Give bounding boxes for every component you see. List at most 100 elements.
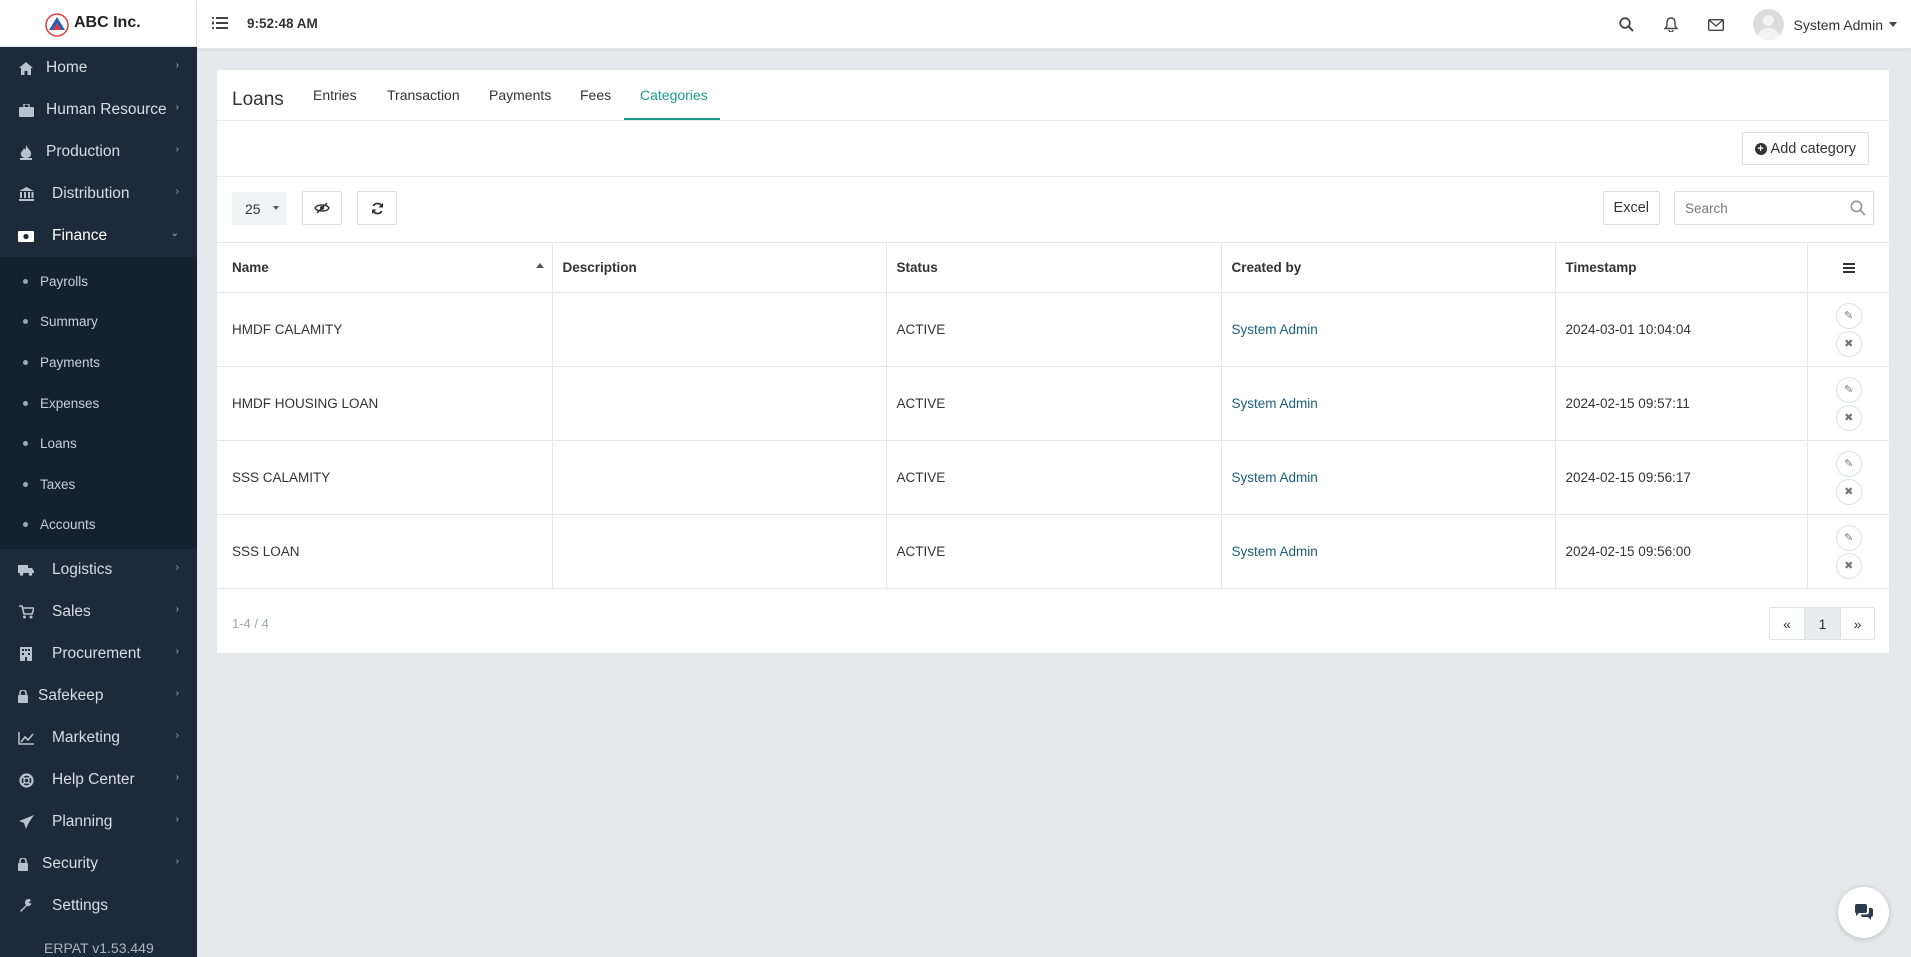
edit-button[interactable]: ✎ xyxy=(1835,302,1862,329)
tab-fees[interactable]: Fees xyxy=(580,87,611,103)
sidebar-item-planning[interactable]: Planning › xyxy=(0,801,197,843)
sidebar-item-safekeep[interactable]: Safekeep › xyxy=(0,675,197,717)
pagination: « 1 » xyxy=(1769,607,1875,640)
sidebar-item-security[interactable]: Security › xyxy=(0,843,197,885)
edit-button[interactable]: ✎ xyxy=(1835,450,1862,477)
cell-actions: ✎ ✖ xyxy=(1806,366,1890,441)
sidebar-item-marketing[interactable]: Marketing › xyxy=(0,717,197,759)
submenu-label: Summary xyxy=(40,314,98,330)
delete-button[interactable]: ✖ xyxy=(1835,330,1862,357)
chevron-right-icon: › xyxy=(175,186,179,197)
cell-created-by-link[interactable]: System Admin xyxy=(1220,366,1555,441)
cell-name: SSS CALAMITY xyxy=(217,440,552,515)
column-header-name[interactable]: Name xyxy=(217,242,552,293)
caret-down-icon xyxy=(273,206,279,210)
sidebar-item-label: Sales xyxy=(52,603,91,621)
search-box xyxy=(1674,191,1874,225)
sidebar: ABC Inc. Home › Human Resource › Product… xyxy=(0,0,197,957)
submenu-item-loans[interactable]: Loans xyxy=(0,423,197,464)
next-page-button[interactable]: » xyxy=(1840,608,1874,639)
table-toolbar: 25 Excel xyxy=(217,177,1889,242)
chevron-right-icon: › xyxy=(175,646,179,658)
tab-categories[interactable]: Categories xyxy=(640,87,708,103)
submenu-label: Payrolls xyxy=(40,273,89,289)
bank-icon xyxy=(18,186,34,202)
submenu-item-expenses[interactable]: Expenses xyxy=(0,383,197,424)
column-header-description[interactable]: Description xyxy=(551,242,886,293)
search-icon[interactable] xyxy=(1604,17,1649,32)
paper-plane-icon xyxy=(18,814,34,830)
delete-button[interactable]: ✖ xyxy=(1835,404,1862,431)
add-category-button[interactable]: + Add category xyxy=(1741,132,1869,165)
user-name[interactable]: System Admin xyxy=(1794,17,1883,33)
submenu-item-payments[interactable]: Payments xyxy=(0,342,197,383)
truck-icon xyxy=(18,562,34,578)
cell-created-by-link[interactable]: System Admin xyxy=(1220,514,1555,589)
page-size-select[interactable]: 25 xyxy=(232,192,287,225)
search-input[interactable] xyxy=(1675,192,1840,224)
brand-name: ABC Inc. xyxy=(74,14,141,31)
column-header-status[interactable]: Status xyxy=(885,242,1221,293)
chat-icon xyxy=(1854,904,1873,920)
chevron-right-icon: › xyxy=(175,856,179,868)
submenu-label: Loans xyxy=(40,436,77,452)
bullet-icon xyxy=(23,319,28,325)
menu-toggle-icon[interactable] xyxy=(212,16,228,30)
sidebar-item-label: Production xyxy=(46,143,121,160)
sidebar-item-production[interactable]: Production › xyxy=(0,131,197,173)
cell-actions: ✎ ✖ xyxy=(1806,514,1890,589)
submenu-item-accounts[interactable]: Accounts xyxy=(0,505,197,546)
sidebar-item-procurement[interactable]: Procurement › xyxy=(0,633,197,675)
sidebar-item-human-resource[interactable]: Human Resource › xyxy=(0,89,197,131)
column-header-timestamp[interactable]: Timestamp xyxy=(1554,242,1807,293)
chevron-right-icon: › xyxy=(175,814,179,826)
delete-button[interactable]: ✖ xyxy=(1835,478,1862,505)
table-header-row: Name Description Status Created by Times… xyxy=(217,242,1890,293)
page-1-button[interactable]: 1 xyxy=(1804,608,1840,639)
loans-card: Loans Entries Transaction Payments Fees … xyxy=(216,69,1890,654)
sidebar-item-label: Marketing xyxy=(52,729,121,747)
sidebar-item-settings[interactable]: Settings xyxy=(0,885,197,927)
chat-button[interactable] xyxy=(1838,887,1889,938)
refresh-button[interactable] xyxy=(357,191,397,225)
submenu-label: Expenses xyxy=(40,395,100,411)
sidebar-item-label: Help Center xyxy=(52,771,135,789)
bars-icon xyxy=(1842,262,1855,273)
column-header-created-by[interactable]: Created by xyxy=(1220,242,1555,293)
close-icon: ✖ xyxy=(1844,412,1854,424)
column-visibility-button[interactable] xyxy=(302,191,342,225)
search-icon[interactable] xyxy=(1850,200,1866,216)
prev-page-button[interactable]: « xyxy=(1770,608,1804,639)
delete-button[interactable]: ✖ xyxy=(1835,552,1862,579)
submenu-item-payrolls[interactable]: Payrolls xyxy=(0,261,197,302)
submenu-item-taxes[interactable]: Taxes xyxy=(0,464,197,505)
cell-created-by-link[interactable]: System Admin xyxy=(1220,292,1555,367)
edit-button[interactable]: ✎ xyxy=(1835,376,1862,403)
tab-transaction[interactable]: Transaction xyxy=(387,87,460,103)
cell-created-by-link[interactable]: System Admin xyxy=(1220,440,1555,515)
sidebar-item-label: Distribution xyxy=(52,185,130,202)
cell-timestamp: 2024-02-15 09:56:17 xyxy=(1554,440,1807,515)
submenu-item-summary[interactable]: Summary xyxy=(0,302,197,343)
envelope-icon[interactable] xyxy=(1694,18,1739,31)
brand[interactable]: ABC Inc. xyxy=(0,0,197,47)
avatar[interactable] xyxy=(1752,9,1784,40)
tab-payments[interactable]: Payments xyxy=(489,87,551,103)
bell-icon[interactable] xyxy=(1649,17,1694,32)
wrench-icon xyxy=(18,898,34,914)
sidebar-item-distribution[interactable]: Distribution › xyxy=(0,173,197,215)
caret-down-icon[interactable] xyxy=(1889,22,1897,27)
cell-name: SSS LOAN xyxy=(217,514,552,589)
money-icon xyxy=(18,228,34,244)
sidebar-item-help-center[interactable]: Help Center › xyxy=(0,759,197,801)
page-title: Loans xyxy=(232,89,284,110)
sidebar-item-logistics[interactable]: Logistics › xyxy=(0,549,197,591)
tab-entries[interactable]: Entries xyxy=(313,87,357,103)
add-category-label: Add category xyxy=(1770,140,1856,157)
sidebar-item-home[interactable]: Home › xyxy=(0,47,197,89)
excel-export-button[interactable]: Excel xyxy=(1602,191,1660,225)
sidebar-item-finance[interactable]: Finance ⌄ xyxy=(0,215,197,257)
chart-line-icon xyxy=(18,730,34,746)
sidebar-item-sales[interactable]: Sales › xyxy=(0,591,197,633)
edit-button[interactable]: ✎ xyxy=(1835,524,1862,551)
